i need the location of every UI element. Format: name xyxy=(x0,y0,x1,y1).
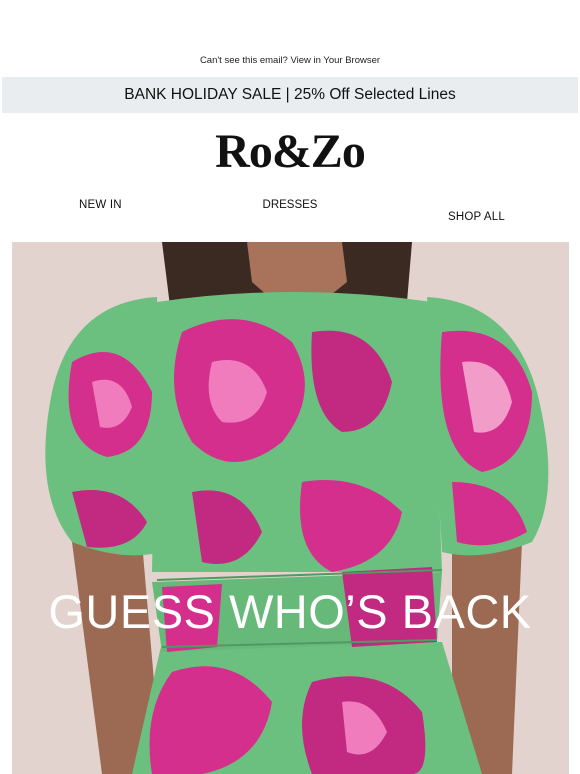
sale-banner-text: BANK HOLIDAY SALE | 25% Off Selected Lin… xyxy=(124,86,456,103)
preheader: Can't see this email? View in Your Brows… xyxy=(0,55,580,66)
hero-headline: GUESS WHO’S BACK xyxy=(48,585,532,638)
nav-item-shop-all[interactable]: SHOP ALL xyxy=(448,211,505,223)
sale-banner[interactable]: BANK HOLIDAY SALE | 25% Off Selected Lin… xyxy=(2,77,578,113)
main-nav: NEW IN DRESSES SHOP ALL xyxy=(0,199,580,223)
hero-image[interactable] xyxy=(12,242,569,774)
brand-logo[interactable]: Ro&Zo xyxy=(0,124,580,179)
view-in-browser-link[interactable]: Can't see this email? View in Your Brows… xyxy=(200,55,380,66)
hero-photo-illustration xyxy=(12,242,569,774)
nav-item-new-in[interactable]: NEW IN xyxy=(79,199,122,211)
nav-item-dresses[interactable]: DRESSES xyxy=(263,199,318,211)
